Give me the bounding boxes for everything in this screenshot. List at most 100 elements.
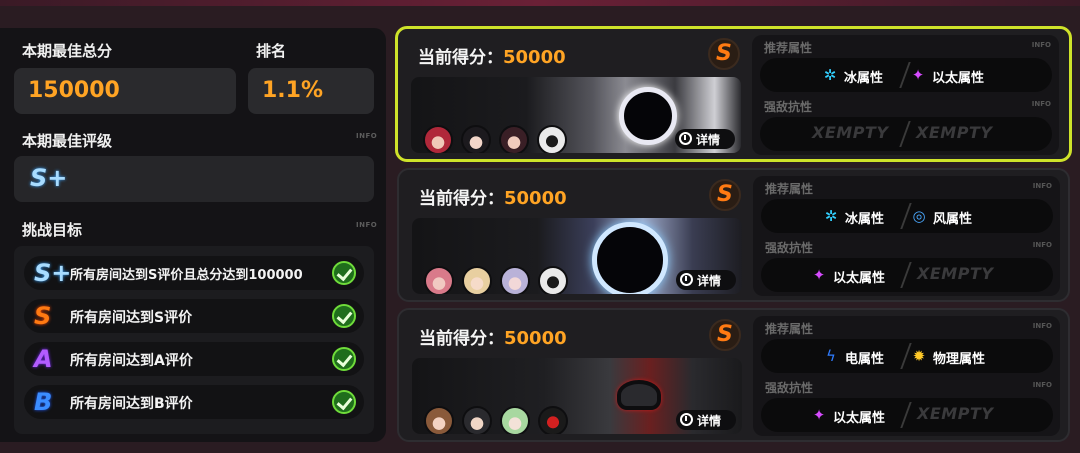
best-score-label: 本期最佳总分 — [22, 42, 113, 60]
resist-pill: ✦ 以太属性 XEMPTY — [761, 398, 1053, 432]
goal-text: 所有房间达到S评价 — [70, 310, 193, 326]
agent-avatar — [423, 125, 453, 153]
portal-art — [619, 87, 677, 145]
summary-panel: 本期最佳总分 排名 150000 1.1% 本期最佳评级 INFO S+ 挑战目… — [0, 28, 386, 442]
resist-pill: XEMPTY XEMPTY — [760, 117, 1052, 151]
agent-avatar — [462, 266, 492, 294]
detail-icon — [680, 273, 693, 286]
recommend-pill: ✲ 冰属性 ✦ 以太属性 — [760, 58, 1052, 92]
room-card-3[interactable]: 当前得分：50000 S 详情 推荐属性 INFO ϟ 电属性 ✹ 物理属性 强… — [397, 308, 1070, 442]
ice-icon: ✲ — [823, 66, 837, 84]
best-score-box: 150000 — [14, 68, 236, 114]
goal-badge: B — [34, 388, 53, 416]
agent-avatar — [500, 266, 530, 294]
check-icon — [332, 390, 356, 414]
agent-avatar — [538, 266, 568, 294]
room-banner[interactable]: 详情 — [412, 218, 742, 294]
attribute-panel: 推荐属性 INFO ✲ 冰属性 ◎ 风属性 强敌抗性 INFO ✦ 以太属性 X… — [753, 176, 1060, 296]
boss-art — [617, 380, 661, 410]
attribute-panel: 推荐属性 INFO ϟ 电属性 ✹ 物理属性 强敌抗性 INFO ✦ 以太属性 … — [753, 316, 1060, 436]
check-icon — [332, 304, 356, 328]
attr-seg: ϟ 电属性 — [761, 339, 907, 373]
room-score: 当前得分：50000 — [419, 188, 567, 209]
agent-avatar — [424, 406, 454, 434]
agent-avatar — [500, 406, 530, 434]
empty-slot: XEMPTY — [812, 123, 889, 142]
best-grade-badge: S+ — [30, 164, 68, 192]
detail-button[interactable]: 详情 — [675, 129, 735, 149]
rank-box: 1.1% — [248, 68, 374, 114]
attr-seg: ✦ 以太属性 — [911, 66, 985, 86]
goal-item: B 所有房间达到B评价 — [24, 385, 364, 419]
check-icon — [332, 261, 356, 285]
detail-icon — [680, 413, 693, 426]
goal-badge: S+ — [34, 259, 72, 287]
goals-list: S+ 所有房间达到S评价且总分达到100000 S 所有房间达到S评价 A 所有… — [14, 246, 374, 434]
rank-label: 排名 — [256, 42, 287, 60]
room-grade-badge: S — [709, 179, 741, 211]
room-card-1[interactable]: 当前得分：50000 S 详情 推荐属性 INFO ✲ 冰属性 ✦ 以太属性 强… — [395, 26, 1072, 162]
agent-avatar — [462, 406, 492, 434]
attr-seg: ✦ 以太属性 — [812, 266, 886, 286]
ether-icon: ✦ — [812, 406, 826, 424]
info-tag: INFO — [1032, 182, 1052, 190]
attr-seg: ✲ 冰属性 — [824, 207, 885, 227]
attribute-panel: 推荐属性 INFO ✲ 冰属性 ✦ 以太属性 强敌抗性 INFO XEMPTY … — [752, 35, 1059, 155]
attr-seg: ✹ 物理属性 — [912, 347, 986, 367]
goal-text: 所有房间达到S评价且总分达到100000 — [70, 268, 303, 283]
info-tag: INFO — [1032, 241, 1052, 249]
ether-icon: ✦ — [911, 66, 925, 84]
info-tag: INFO — [1032, 381, 1052, 389]
detail-button[interactable]: 详情 — [676, 410, 736, 430]
goal-badge: A — [34, 345, 53, 373]
recommend-pill: ✲ 冰属性 ◎ 风属性 — [761, 199, 1053, 233]
attr-seg: XEMPTY — [907, 258, 1053, 292]
ether-icon: ✦ — [812, 266, 826, 284]
empty-slot: XEMPTY — [916, 123, 993, 142]
attr-seg: ✲ 冰属性 — [823, 66, 884, 86]
goal-text: 所有房间达到A评价 — [70, 353, 193, 369]
detail-button[interactable]: 详情 — [676, 270, 736, 290]
top-accent-bar — [0, 0, 1080, 6]
attr-seg: ✦ 以太属性 — [812, 406, 886, 426]
goal-badge: S — [34, 302, 52, 330]
room-banner[interactable]: 详情 — [412, 358, 742, 434]
resist-pill: ✦ 以太属性 XEMPTY — [761, 258, 1053, 292]
resist-label: 强敌抗性 — [765, 381, 814, 395]
room-score: 当前得分：50000 — [418, 47, 566, 68]
attr-seg: XEMPTY — [760, 117, 906, 151]
agent-avatar — [537, 125, 567, 153]
info-tag: INFO — [356, 132, 378, 140]
agent-avatar — [424, 266, 454, 294]
info-tag: INFO — [1032, 322, 1052, 330]
recommend-pill: ϟ 电属性 ✹ 物理属性 — [761, 339, 1053, 373]
goal-item: S+ 所有房间达到S评价且总分达到100000 — [24, 256, 364, 290]
portal-art — [592, 222, 668, 294]
goal-text: 所有房间达到B评价 — [70, 396, 193, 412]
recommend-label: 推荐属性 — [765, 182, 814, 196]
goal-item: S 所有房间达到S评价 — [24, 299, 364, 333]
agent-avatar — [499, 125, 529, 153]
best-score-value: 150000 — [28, 78, 120, 103]
room-card-2[interactable]: 当前得分：50000 S 详情 推荐属性 INFO ✲ 冰属性 ◎ 风属性 强敌… — [397, 168, 1070, 302]
room-banner[interactable]: 详情 — [411, 77, 741, 153]
best-grade-box: S+ — [14, 156, 374, 202]
attr-seg: ◎ 风属性 — [912, 207, 973, 227]
recommend-label: 推荐属性 — [765, 322, 814, 336]
goals-label: 挑战目标 — [22, 221, 83, 239]
check-icon — [332, 347, 356, 371]
room-score: 当前得分：50000 — [419, 328, 567, 349]
goal-item: A 所有房间达到A评价 — [24, 342, 364, 376]
agent-avatar — [538, 406, 568, 434]
empty-slot: XEMPTY — [917, 264, 994, 283]
ice-icon: ✲ — [824, 207, 838, 225]
detail-icon — [679, 132, 692, 145]
room-grade-badge: S — [708, 38, 740, 70]
recommend-label: 推荐属性 — [764, 41, 813, 55]
resist-label: 强敌抗性 — [765, 241, 814, 255]
resist-label: 强敌抗性 — [764, 100, 813, 114]
agent-avatar — [461, 125, 491, 153]
physical-icon: ✹ — [912, 347, 926, 365]
rank-value: 1.1% — [262, 78, 324, 103]
wind-icon: ◎ — [912, 207, 926, 225]
